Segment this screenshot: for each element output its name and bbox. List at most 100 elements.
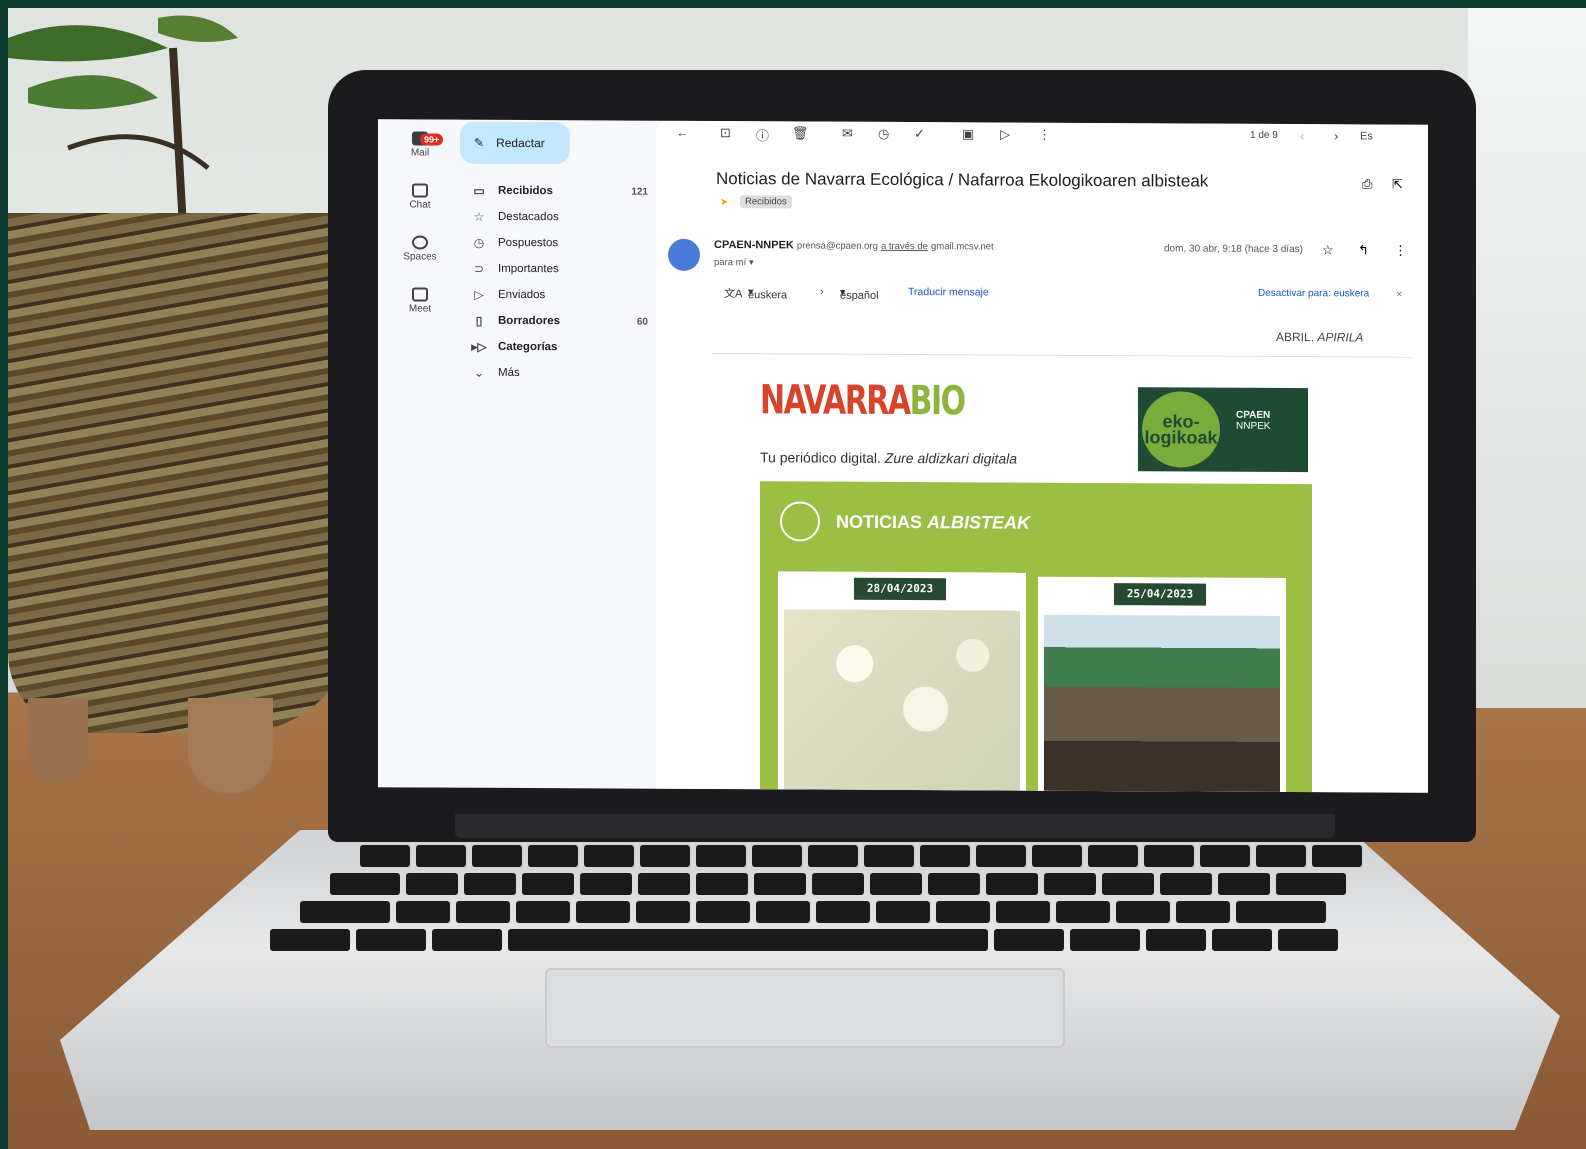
inbox-label-chip[interactable]: Recibidos [740,195,792,209]
ekologikoak-badge: eko-logikoak [1142,391,1220,468]
nav-label: Enviados [498,288,546,302]
inbox-icon: ▭ [473,183,485,198]
nav-item-destacados[interactable]: ☆ Destacados [468,204,648,231]
email-subject: Noticias de Navarra Ecológica / Nafarroa… [716,169,1209,191]
important-marker-icon[interactable]: ➤ [720,197,728,208]
more-vert-icon[interactable]: ⋮ [1394,243,1407,259]
cpaen-text: CPAEN NNPEK [1236,410,1270,432]
rail-meet[interactable]: Meet [378,287,462,315]
pager-text: 1 de 9 [1250,129,1278,141]
disable-translate-link[interactable]: Desactivar para: euskera [1258,288,1369,300]
nav-label: Destacados [498,210,559,224]
to-me-label: para mí [714,257,747,269]
rail-chat-label: Chat [409,199,431,211]
app-rail: Mail 99+ Chat Spaces Meet [378,119,462,788]
nav-item-categorias[interactable]: ▸▷ Categorías [468,334,648,361]
recipient-dropdown[interactable]: para mí ▾ [714,257,754,268]
cpaen-logo: eko-logikoak CPAEN NNPEK [1138,387,1308,473]
market-photo[interactable] [1044,614,1280,793]
news-card[interactable]: 28/04/2023 [778,571,1026,791]
nav-label: Borradores [498,314,560,328]
label-icon[interactable]: ▷ [1000,127,1010,143]
label-icon: ▸▷ [471,339,487,354]
archive-icon[interactable]: ⊡ [720,125,731,141]
nav-label: Pospuestos [498,236,559,250]
translate-message-link[interactable]: Traducir mensaje [908,286,989,298]
send-icon: ▷ [474,287,484,302]
laptop-hinge [455,814,1335,838]
newspaper-icon [780,501,820,542]
nav-label: Importantes [498,262,559,276]
plant-leaves [8,15,238,229]
chevron-right-icon: › [820,285,824,298]
important-icon: ⊃ [473,261,485,276]
input-tools-button[interactable]: Es [1360,130,1373,142]
news-date: 28/04/2023 [854,577,946,601]
message-pane: ← ⊡ ⓘ 🗑 ✉ ◷ ✓ ▣ ▷ ⋮ 1 de 9 ‹ › Es Notici… [656,120,1428,793]
rail-meet-label: Meet [408,303,432,315]
pencil-icon: ✎ [474,135,485,150]
tagline: Tu periódico digital. Zure aldizkari dig… [760,449,1017,466]
sender-avatar[interactable] [668,238,700,271]
divider [712,352,1412,358]
news-section: NOTICIAS ALBISTEAK 28/04/2023 25/04/2023 [760,481,1312,793]
rail-spaces-label: Spaces [403,251,437,263]
newsletter-body: NAVARRABIO Tu periódico digital. Zure al… [756,359,1336,793]
nav-item-borradores[interactable]: ▯ Borradores 60 [468,308,648,335]
nav-item-mas[interactable]: ⌄ Más [468,360,648,387]
news-card[interactable]: 25/04/2023 [1038,576,1286,793]
issue-month: ABRIL. APIRILA [1276,329,1364,345]
compose-button[interactable]: ✎ Redactar [460,121,570,165]
rail-chat[interactable]: Chat [378,183,462,211]
clock-icon: ◷ [473,235,485,250]
mark-unread-icon[interactable]: ✉ [842,126,853,142]
compose-label: Redactar [496,135,545,151]
section-title-es: NOTICIAS [836,511,923,533]
reply-icon[interactable]: ↰ [1358,242,1369,258]
chevron-down-icon: ⌄ [473,365,485,380]
pot-foot [188,698,273,793]
gmail-screen: Mail 99+ Chat Spaces Meet ✎ Redactar ▭ R… [378,119,1428,793]
video-icon [412,287,428,302]
next-icon[interactable]: › [1334,128,1338,143]
tagline-es: Tu periódico digital. [760,449,881,466]
nav-item-recibidos[interactable]: ▭ Recibidos 121 [468,178,648,205]
more-vert-icon[interactable]: ⋮ [1038,127,1051,143]
month-es: ABRIL [1276,329,1311,345]
month-eu: APIRILA [1317,330,1364,345]
target-lang-select[interactable]: español ▾ [840,286,879,302]
back-arrow-icon[interactable]: ← [676,125,689,140]
close-icon[interactable]: × [1396,289,1402,301]
star-icon: ☆ [473,209,485,224]
trackpad [545,968,1065,1048]
source-lang-select[interactable]: euskera ▾ [748,285,787,301]
via-domain: gmail.mcsv.net [931,241,994,253]
move-to-icon[interactable]: ▣ [962,126,974,142]
trash-icon[interactable]: 🗑 [792,125,809,141]
rail-spaces[interactable]: Spaces [378,235,462,263]
print-icon[interactable]: ⎙ [1362,176,1372,192]
prev-icon[interactable]: ‹ [1300,128,1304,143]
translate-bar: 文A euskera ▾ › español ▾ Traducir mensaj… [720,281,1410,307]
star-icon[interactable]: ☆ [1322,242,1334,258]
section-title: NOTICIAS ALBISTEAK [836,512,1030,534]
nav-label: Más [498,366,520,379]
spaces-icon [412,235,428,250]
nav-item-enviados[interactable]: ▷ Enviados [468,282,648,309]
nav-count: 60 [636,316,648,328]
open-new-window-icon[interactable]: ⇱ [1392,177,1403,193]
email-date: dom, 30 abr, 9:18 (hace 3 días) [1164,243,1303,256]
target-lang: español [840,289,879,302]
snooze-icon[interactable]: ◷ [878,126,889,142]
via-link[interactable]: a través de [881,241,928,252]
rail-mail[interactable]: Mail 99+ [378,131,462,159]
report-spam-icon[interactable]: ⓘ [756,125,769,144]
pot-foot [28,698,88,783]
nav-item-pospuestos[interactable]: ◷ Pospuestos [468,230,648,257]
keyboard [250,845,1450,980]
cheese-photo[interactable] [784,609,1020,791]
window-background [1468,8,1586,708]
add-task-icon[interactable]: ✓ [914,126,925,142]
unread-badge: 99+ [420,133,444,146]
nav-item-importantes[interactable]: ⊃ Importantes [468,256,648,283]
